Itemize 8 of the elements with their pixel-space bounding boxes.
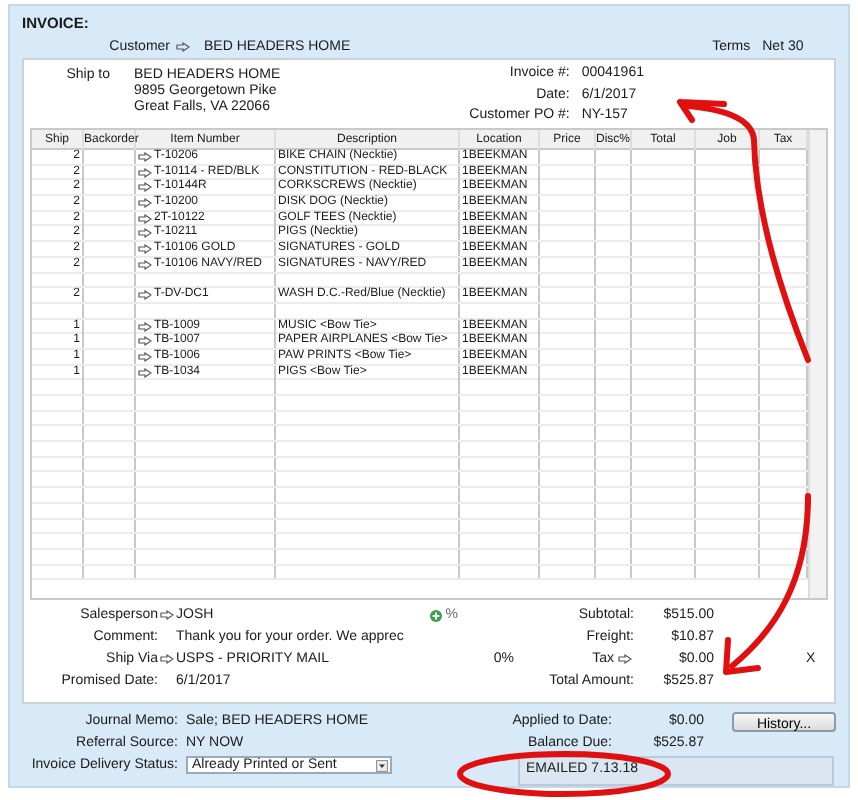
- scrollbar[interactable]: [808, 130, 826, 598]
- arrow-icon: [176, 42, 190, 52]
- caret-icon: [376, 759, 388, 771]
- arrow-icon: [138, 290, 152, 301]
- arrow-icon: [618, 654, 632, 664]
- arrow-icon: [159, 654, 173, 664]
- arrow-icon: [159, 610, 173, 620]
- add-icon[interactable]: [429, 609, 442, 621]
